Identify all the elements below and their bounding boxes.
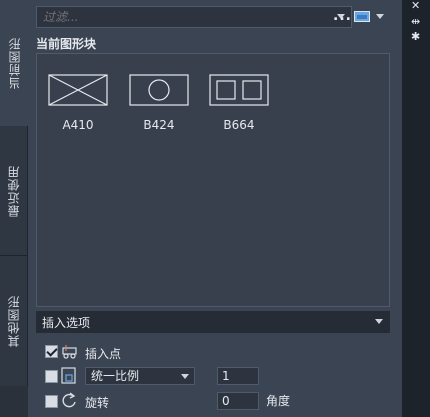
chevron-down-icon[interactable] [181,374,189,379]
blocks-panel: ... 当前图形块 A410 B424 B664 [28,0,402,417]
palette-title-bar: ✕ ⇹ ✱ [402,0,430,417]
rotation-checkbox[interactable] [45,395,58,408]
block-item[interactable]: B424 [128,74,190,132]
rotation-value-input[interactable] [217,392,259,410]
filter-combobox[interactable] [36,6,352,28]
block-name: B424 [143,118,175,132]
chevron-down-icon[interactable] [376,14,384,19]
filter-input[interactable] [43,10,323,24]
block-item[interactable]: A410 [47,74,109,132]
angle-label: 角度 [266,394,291,408]
insertion-point-icon [62,345,77,359]
insertion-point-label: 插入点 [85,347,122,361]
block-item[interactable]: B664 [208,74,270,132]
crossed-rectangle-icon [48,74,108,106]
tab-recent[interactable]: 最近使用 [0,126,28,256]
two-squares-in-rectangle-icon [209,74,269,106]
more-options-button[interactable]: ... [333,8,352,24]
tab-current-drawing[interactable]: 当前图形 [0,0,28,126]
close-icon[interactable]: ✕ [411,0,420,11]
tab-strip: 当前图形 最近使用 其他图形 [0,0,28,417]
rotate-icon [62,392,76,408]
gear-icon[interactable]: ✱ [411,31,420,42]
scale-mode-select[interactable]: 统一比例 [85,367,195,385]
block-gallery: A410 B424 B664 [36,53,390,307]
scale-icon [61,367,76,384]
insertion-point-checkbox[interactable] [45,345,58,358]
auto-hide-icon[interactable]: ⇹ [411,16,420,27]
chevron-down-icon[interactable] [375,319,383,324]
view-mode-icon[interactable] [354,11,370,22]
block-name: A410 [62,118,94,132]
section-title: 当前图形块 [36,37,97,51]
circle-in-rectangle-icon [129,74,189,106]
tab-other-drawings[interactable]: 其他图形 [0,256,28,386]
scale-value-input[interactable] [217,367,259,385]
insert-options-header[interactable]: 插入选项 [36,311,390,333]
rotation-label: 旋转 [85,396,110,410]
block-name: B664 [223,118,255,132]
scale-checkbox[interactable] [45,370,58,383]
